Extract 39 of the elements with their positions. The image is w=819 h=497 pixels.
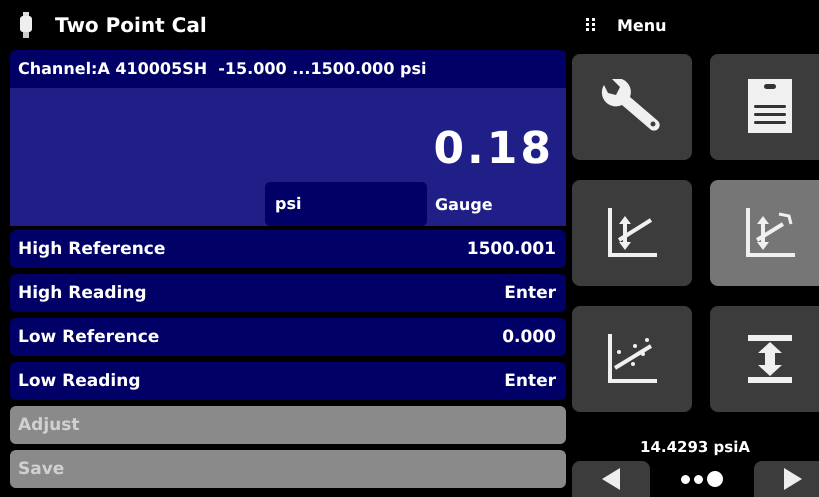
line-graph-icon — [745, 208, 795, 258]
mode-label: Gauge — [434, 194, 493, 214]
menu-tile[interactable] — [710, 306, 819, 412]
row-value: Enter — [504, 283, 556, 303]
vertical-arrow-icon — [748, 335, 792, 383]
channel-header: Channel:A 410005SH -15.000 ...1500.000 psi — [10, 50, 566, 88]
row-label: Low Reference — [18, 327, 160, 347]
page-dot[interactable] — [681, 474, 690, 484]
unit-field[interactable]: psi — [265, 182, 427, 226]
row-label: High Reading — [18, 283, 147, 303]
row-value: 0.000 — [502, 327, 556, 347]
menu-tile[interactable] — [572, 54, 692, 160]
menu-tile[interactable] — [572, 180, 692, 286]
row-label: Low Reading — [18, 371, 140, 391]
barometer-reading: 14.4293 psiA — [639, 438, 751, 456]
setting-row[interactable]: Low Reading Enter — [10, 362, 566, 400]
row-label: High Reference — [18, 239, 166, 259]
menu-tile[interactable] — [710, 54, 819, 160]
setting-row[interactable]: Low Reference 0.000 — [10, 318, 566, 356]
menu-icon[interactable] — [586, 18, 596, 32]
page-dot[interactable] — [707, 471, 723, 487]
document-icon — [748, 79, 792, 135]
menu-tile[interactable] — [572, 306, 692, 412]
scatter-graph-icon — [607, 334, 657, 384]
next-button[interactable] — [754, 461, 819, 497]
row-value: 1500.001 — [466, 239, 556, 259]
setting-row[interactable]: High Reference 1500.001 — [10, 230, 566, 268]
page-dot[interactable] — [694, 474, 703, 484]
row-value: Enter — [504, 371, 556, 391]
pressure-reading: 0.18 — [432, 123, 555, 174]
screen-title: Two Point Cal — [55, 13, 207, 37]
line-graph-icon — [607, 208, 657, 258]
right-arrow-icon — [784, 468, 802, 490]
setting-row[interactable]: High Reading Enter — [10, 274, 566, 312]
previous-button[interactable] — [572, 461, 650, 497]
menu-tile[interactable] — [710, 180, 819, 286]
left-arrow-icon — [602, 468, 620, 490]
sensor-icon — [19, 12, 33, 38]
menu-label[interactable]: Menu — [617, 16, 667, 34]
